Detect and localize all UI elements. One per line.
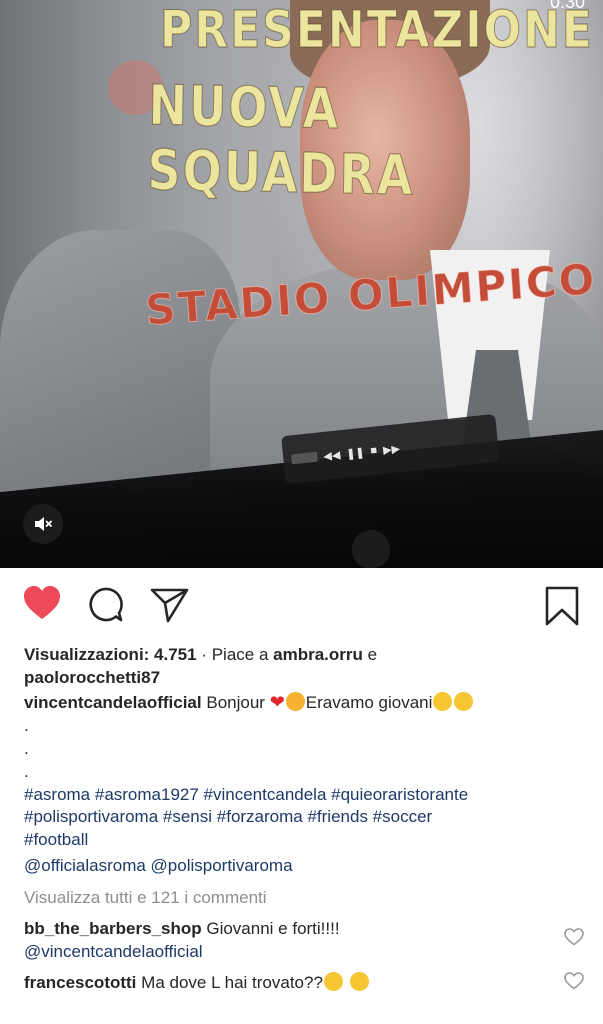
red-heart-emoji-icon: ❤	[269, 692, 285, 712]
caption-hashtags-1[interactable]: #asroma #asroma1927 #vincentcandela #qui…	[24, 784, 584, 807]
caption-dot: .	[24, 738, 29, 758]
grinning-face-emoji-icon	[323, 972, 343, 991]
apple-logo-icon	[352, 530, 390, 568]
upside-down-face-emoji-icon	[285, 692, 305, 711]
caption-mentions[interactable]: @officialasroma @polisportivaroma	[24, 855, 584, 878]
heart-filled-icon[interactable]	[22, 584, 62, 624]
caption-hashtags-3[interactable]: #football	[24, 829, 584, 852]
speaker-muted-icon[interactable]	[23, 504, 63, 544]
bookmark-icon[interactable]	[544, 586, 580, 626]
video-time: 0:30	[549, 0, 585, 12]
heart-outline-icon[interactable]	[564, 928, 584, 953]
video-overlay-title-1: PRESENTAZIONE	[160, 1, 594, 61]
grinning-face-emoji-icon	[349, 972, 369, 991]
likes-connector: e	[362, 645, 378, 664]
comment-text: Giovanni e forti!!!!	[206, 919, 340, 938]
player-segment	[291, 451, 318, 465]
video-overlay-title-2: NUOVA SQUADRA	[147, 72, 416, 208]
comment-mention[interactable]: @vincentcandelaofficial	[24, 942, 203, 961]
comment-bubble-icon[interactable]	[86, 586, 124, 624]
smiling-face-emoji-icon	[433, 692, 453, 711]
caption-username[interactable]: vincentcandelaofficial	[24, 693, 202, 712]
paper-plane-icon[interactable]	[150, 586, 190, 624]
player-rewind-icon: ◀◀	[322, 448, 341, 463]
player-pause-icon: ❚❚	[345, 446, 366, 461]
caption-text-mid: Eravamo giovani	[305, 693, 433, 712]
caption-dot: .	[24, 761, 29, 781]
likes-separator: · Piace a	[196, 645, 274, 664]
caption-dot: .	[24, 715, 29, 735]
player-forward-icon: ▶▶	[382, 442, 401, 457]
post-actions	[0, 584, 603, 632]
comment-username[interactable]: francescototti	[24, 973, 136, 992]
post-video[interactable]: PRESENTAZIONE NUOVA SQUADRA STADIO OLIMP…	[0, 0, 603, 568]
comment-item: bb_the_barbers_shop Giovanni e forti!!!!…	[24, 918, 584, 963]
comment-item: francescototti Ma dove L hai trovato??	[24, 972, 584, 995]
caption-text-start: Bonjour	[206, 693, 265, 712]
caption: vincentcandelaofficial Bonjour ❤ Eravamo …	[24, 691, 584, 715]
smiling-face-emoji-icon	[454, 692, 474, 711]
player-stop-icon: ■	[369, 444, 378, 458]
liker-link-1[interactable]: ambra.orru	[273, 645, 363, 664]
comment-username[interactable]: bb_the_barbers_shop	[24, 919, 202, 938]
views-count: Visualizzazioni: 4.751	[24, 645, 197, 664]
post-details: Visualizzazioni: 4.751 · Piace a ambra.o…	[24, 644, 584, 995]
heart-outline-icon[interactable]	[564, 972, 584, 997]
caption-hashtags-2[interactable]: #polisportivaroma #sensi #forzaroma #fri…	[24, 806, 584, 829]
view-all-comments-link[interactable]: Visualizza tutti e 121 i commenti	[24, 887, 584, 910]
likes-summary: Visualizzazioni: 4.751 · Piace a ambra.o…	[24, 644, 584, 667]
liker-link-2[interactable]: paolorocchetti87	[24, 667, 584, 690]
comment-text: Ma dove L hai trovato??	[141, 973, 323, 992]
